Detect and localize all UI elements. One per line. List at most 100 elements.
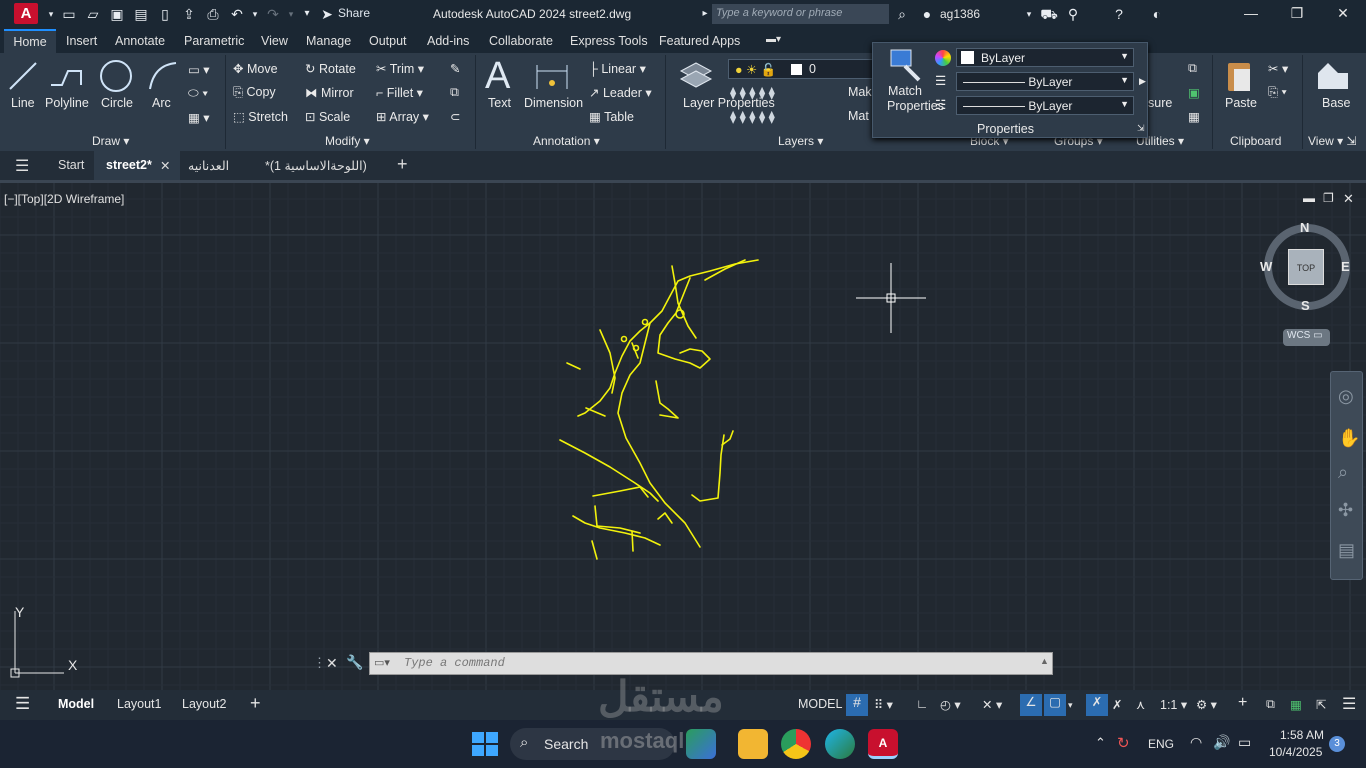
view-panel-label[interactable]: View ▾ ⇲: [1308, 134, 1357, 148]
file-tab-active[interactable]: street2* ✕: [94, 151, 180, 180]
user-dropdown-icon[interactable]: ▾: [1020, 5, 1038, 23]
update-icon[interactable]: ↻: [1117, 734, 1130, 752]
zoom-extents-icon[interactable]: ⌕: [1338, 462, 1348, 483]
command-expand-icon[interactable]: ▲: [1040, 656, 1049, 666]
file-tab-street2[interactable]: street2*: [106, 158, 152, 172]
tab-layout1[interactable]: Layout1: [117, 697, 161, 711]
lineweight-dropdown[interactable]: ByLayer ▼: [956, 96, 1134, 115]
wifi-icon[interactable]: ◠: [1190, 734, 1202, 751]
copy-clip-icon[interactable]: ⎘ ▾: [1268, 85, 1287, 100]
tab-output[interactable]: Output: [369, 34, 407, 48]
annotation-panel-label[interactable]: Annotation ▾: [533, 134, 600, 148]
scale-dropdown[interactable]: 1:1 ▾: [1160, 697, 1187, 712]
share-button[interactable]: Share: [338, 6, 370, 20]
close-icon[interactable]: ✕: [1328, 5, 1358, 23]
tab-add-ins[interactable]: Add-ins: [427, 34, 469, 48]
file-explorer-icon[interactable]: [738, 729, 768, 759]
tab-parametric[interactable]: Parametric: [184, 34, 244, 48]
compass-north[interactable]: N: [1300, 220, 1309, 235]
hidden-icons-chevron[interactable]: ⌃: [1095, 735, 1106, 751]
restore-icon[interactable]: ❐: [1282, 5, 1312, 23]
cut-icon[interactable]: ✂ ▾: [1268, 61, 1288, 76]
panel-launcher-icon[interactable]: ⇲: [1137, 123, 1145, 134]
mirror-button[interactable]: ⧓ Mirror: [305, 85, 354, 100]
object-snap-tracking-icon[interactable]: ∠: [1020, 694, 1042, 716]
layer-dropdown[interactable]: ● ☀ 🔓 0: [728, 59, 878, 79]
match-properties-button[interactable]: Match Properties: [887, 84, 944, 114]
open-folder-icon[interactable]: ▱: [84, 5, 102, 23]
trim-button[interactable]: ✂ Trim ▾: [376, 61, 424, 76]
customization-menu-icon[interactable]: ☰: [1342, 694, 1356, 714]
rotate-button[interactable]: ↻ Rotate: [305, 61, 356, 76]
tab-model[interactable]: Model: [58, 697, 94, 711]
linetype-dropdown[interactable]: ByLayer ▼: [956, 72, 1134, 91]
file-tab-main-board[interactable]: (اللوحةالاساسية 1)*: [265, 158, 367, 173]
auto-scale-icon[interactable]: ✗: [1112, 697, 1122, 712]
hardware-acceleration-icon[interactable]: ▦: [1290, 697, 1302, 712]
model-space-button[interactable]: MODEL: [798, 697, 842, 711]
erase-icon[interactable]: ✎: [450, 61, 460, 76]
help-icon[interactable]: ?: [1110, 5, 1128, 23]
volume-icon[interactable]: 🔊: [1213, 734, 1230, 751]
chrome-icon[interactable]: [781, 729, 811, 759]
tab-collaborate[interactable]: Collaborate: [489, 34, 553, 48]
tab-view[interactable]: View: [261, 34, 288, 48]
search-icon[interactable]: ⌕: [893, 5, 911, 23]
save-to-web-icon[interactable]: ⇪: [180, 5, 198, 23]
minimize-icon[interactable]: —: [1236, 5, 1266, 23]
leader-button[interactable]: ↗ Leader ▾: [589, 85, 652, 100]
redo-icon[interactable]: ↷: [264, 5, 282, 23]
layer-tools-icon[interactable]: ⧫ ⧫ ⧫ ⧫ ⧫: [730, 109, 775, 124]
search-input[interactable]: Type a keyword or phrase: [712, 4, 889, 24]
compass-east[interactable]: E: [1341, 259, 1350, 274]
user-name[interactable]: ag1386: [940, 7, 980, 21]
clock-date[interactable]: 10/4/2025: [1269, 745, 1322, 759]
file-tab-adnaniya[interactable]: العدنانيه: [188, 158, 229, 173]
clock-time[interactable]: 1:58 AM: [1280, 728, 1324, 742]
ortho-icon[interactable]: ∟: [916, 697, 928, 711]
tab-home[interactable]: Home: [4, 29, 56, 53]
circle-button[interactable]: Circle: [101, 96, 133, 110]
tab-featured-apps[interactable]: Featured Apps: [659, 34, 740, 48]
windows-start-icon[interactable]: [469, 729, 499, 759]
copy-button[interactable]: ⎘ Copy: [233, 85, 276, 100]
language-indicator[interactable]: ENG: [1148, 737, 1174, 751]
make-current-button[interactable]: Mak: [848, 85, 872, 99]
layout-menu-icon[interactable]: ☰: [15, 694, 30, 714]
isodraft-icon[interactable]: ✕ ▾: [982, 697, 1002, 712]
undo-dropdown-icon[interactable]: ▾: [246, 5, 264, 23]
autocad-taskbar-icon[interactable]: A: [868, 729, 898, 759]
tab-layout2[interactable]: Layout2: [182, 697, 226, 711]
line-button[interactable]: Line: [11, 96, 35, 110]
add-icon[interactable]: +: [1238, 694, 1247, 712]
compass-west[interactable]: W: [1260, 259, 1272, 274]
save-icon[interactable]: ▣: [108, 5, 126, 23]
table-button[interactable]: ▦ Table: [589, 109, 634, 124]
stretch-button[interactable]: ⬚ Stretch: [233, 109, 288, 124]
quick-select-icon[interactable]: ▣: [1188, 85, 1200, 100]
polyline-button[interactable]: Polyline: [45, 96, 89, 110]
polar-icon[interactable]: ◴ ▾: [940, 697, 961, 712]
viewcube-top-face[interactable]: TOP: [1288, 249, 1324, 285]
modify-panel-label[interactable]: Modify ▾: [325, 134, 370, 148]
steering-wheel-icon[interactable]: ◎: [1338, 386, 1354, 407]
color-dropdown[interactable]: ByLayer ▼: [956, 48, 1134, 67]
rectangle-icon[interactable]: ▭ ▾: [188, 62, 210, 77]
street-drawing[interactable]: [0, 183, 1366, 690]
plot-icon[interactable]: ⎙: [204, 5, 222, 23]
base-button[interactable]: Base: [1322, 96, 1351, 110]
arc-button[interactable]: Arc: [152, 96, 171, 110]
explode-icon[interactable]: ⧉: [450, 85, 459, 100]
move-button[interactable]: ✥ Move: [233, 61, 278, 76]
save-as-icon[interactable]: ▤: [132, 5, 150, 23]
text-button[interactable]: Text: [488, 96, 511, 110]
object-snap-icon[interactable]: ▢: [1044, 694, 1066, 716]
customize-toolbar-icon[interactable]: ▾: [298, 5, 316, 23]
share-icon[interactable]: ➤: [318, 5, 336, 23]
user-icon[interactable]: ●: [918, 5, 936, 23]
close-tab-icon[interactable]: ✕: [160, 158, 170, 173]
dimension-button[interactable]: Dimension: [524, 96, 583, 110]
tab-annotate[interactable]: Annotate: [115, 34, 165, 48]
array-button[interactable]: ⊞ Array ▾: [376, 109, 429, 124]
fillet-button[interactable]: ⌐ Fillet ▾: [376, 85, 423, 100]
